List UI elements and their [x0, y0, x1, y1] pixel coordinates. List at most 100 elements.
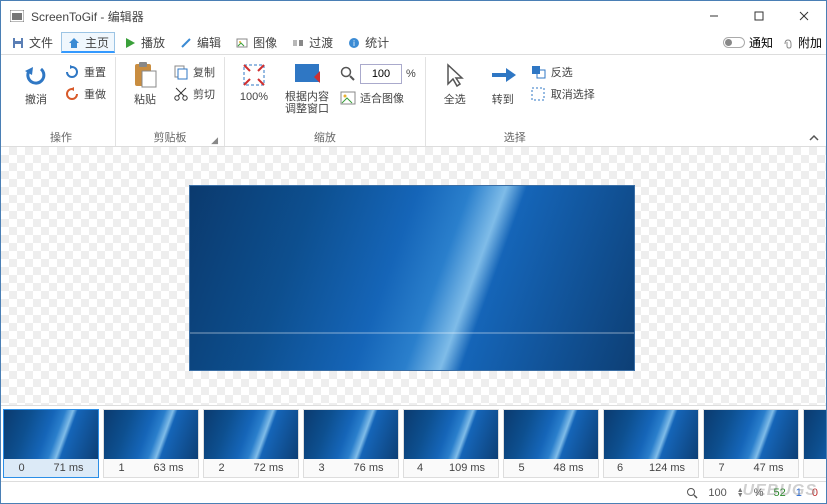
paste-button[interactable]: 粘贴 [122, 57, 168, 107]
zoom-input[interactable] [360, 64, 402, 84]
inverse-label: 反选 [551, 64, 573, 80]
tab-file[interactable]: 文件 [5, 32, 59, 53]
goto-button[interactable]: 转到 [480, 57, 526, 107]
undo-icon [20, 61, 52, 89]
tab-label: 图像 [253, 34, 277, 51]
thumb-image [304, 410, 398, 459]
cut-button[interactable]: 剪切 [170, 85, 218, 103]
fit-window-icon [291, 61, 323, 89]
fit-content-label: 根据内容 调整窗口 [285, 91, 329, 115]
attach-button[interactable]: 附加 [781, 34, 822, 51]
svg-text:i: i [353, 39, 355, 48]
play-icon [123, 36, 137, 50]
info-icon: i [347, 36, 361, 50]
frame-delay: 63 ms [154, 462, 184, 474]
inverse-icon [531, 64, 547, 80]
frame-meta: 071 ms [4, 459, 98, 477]
title-bar: ScreenToGif - 编辑器 [1, 1, 826, 31]
status-selected-count: 1 [796, 487, 802, 499]
tab-label: 过渡 [309, 34, 333, 51]
frame-thumbnail[interactable]: 4109 ms [403, 409, 499, 478]
tab-stats[interactable]: i 统计 [341, 32, 395, 53]
frame-meta: 4109 ms [404, 459, 498, 477]
zoom-value-row: % [337, 63, 419, 85]
frame-meta: 747 ms [704, 459, 798, 477]
frame-thumbnail[interactable]: 5 48 ms [503, 409, 599, 478]
thumb-image [204, 410, 298, 459]
frame-meta: 272 ms [204, 459, 298, 477]
dialog-launcher-icon[interactable]: ◢ [211, 135, 218, 146]
percent-label: % [406, 68, 416, 80]
group-label: 剪贴板 [154, 132, 187, 144]
copy-icon [173, 64, 189, 80]
reset-label: 重置 [84, 64, 106, 80]
redo-button[interactable]: 重做 [61, 85, 109, 103]
frame-index: 7 [718, 462, 724, 474]
select-all-button[interactable]: 全选 [432, 57, 478, 107]
deselect-label: 取消选择 [551, 86, 595, 102]
frame-index: 6 [617, 462, 623, 474]
undo-label: 撤消 [25, 91, 47, 107]
frame-thumbnail[interactable]: 8 [803, 409, 826, 478]
close-button[interactable] [781, 1, 826, 31]
thumb-image [104, 410, 198, 459]
cursor-icon [439, 61, 471, 89]
preview-frame [189, 185, 635, 371]
tab-transition[interactable]: 过渡 [285, 32, 339, 53]
reset-icon [64, 64, 80, 80]
paste-label: 粘贴 [134, 91, 156, 107]
copy-button[interactable]: 复制 [170, 63, 218, 81]
frame-meta: 6 124 ms [604, 459, 698, 477]
frame-thumbnail[interactable]: 163 ms [103, 409, 199, 478]
deselect-button[interactable]: 取消选择 [528, 85, 598, 103]
app-icon [9, 8, 25, 24]
ribbon-group-zoom: 100% 根据内容 调整窗口 % 适合图像 [224, 57, 425, 146]
goto-label: 转到 [492, 91, 514, 107]
tab-label: 主页 [85, 34, 109, 51]
frame-thumbnail[interactable]: 6 124 ms [603, 409, 699, 478]
thumb-image [504, 410, 598, 459]
tab-bar: 文件 主页 播放 编辑 图像 过渡 i 统计 通知 [1, 31, 826, 55]
group-label: 缩放 [231, 129, 419, 146]
frame-delay: 48 ms [554, 462, 584, 474]
expand-icon [238, 61, 270, 89]
frame-thumbnail[interactable]: 071 ms [3, 409, 99, 478]
tab-play[interactable]: 播放 [117, 32, 171, 53]
ribbon-group-select: 全选 转到 反选 取消选择 选择 [425, 57, 604, 146]
frame-thumbnail[interactable]: 272 ms [203, 409, 299, 478]
undo-button[interactable]: 撤消 [13, 57, 59, 107]
toggle-icon [723, 37, 745, 48]
zoom-100-button[interactable]: 100% [231, 57, 277, 103]
status-frame-count: 52 [774, 487, 786, 499]
tab-edit[interactable]: 编辑 [173, 32, 227, 53]
frame-index: 5 [518, 462, 524, 474]
arrow-right-icon [487, 61, 519, 89]
frame-thumbnail[interactable]: 747 ms [703, 409, 799, 478]
fit-image-button[interactable]: 适合图像 [337, 89, 419, 107]
magnifier-icon [340, 66, 356, 82]
tab-label: 统计 [365, 34, 389, 51]
tab-image[interactable]: 图像 [229, 32, 283, 53]
status-bar: 100 ▲▼ % 52 1 0 [1, 481, 826, 503]
zoom-spinner[interactable]: ▲▼ [737, 488, 744, 498]
frame-index: 0 [18, 462, 24, 474]
canvas-area[interactable] [1, 147, 826, 405]
collapse-ribbon-button[interactable] [808, 132, 820, 144]
tab-home[interactable]: 主页 [61, 32, 115, 53]
frame-delay: 124 ms [649, 462, 685, 474]
scissors-icon [173, 86, 189, 102]
notify-toggle[interactable]: 通知 [723, 34, 773, 51]
clipboard-icon [129, 61, 161, 89]
frame-thumbnail[interactable]: 376 ms [303, 409, 399, 478]
window-title: ScreenToGif - 编辑器 [31, 8, 691, 25]
frame-index: 4 [417, 462, 423, 474]
zoom-100-label: 100% [240, 91, 268, 103]
maximize-button[interactable] [736, 1, 781, 31]
reset-button[interactable]: 重置 [61, 63, 109, 81]
inverse-button[interactable]: 反选 [528, 63, 598, 81]
fit-content-button[interactable]: 根据内容 调整窗口 [279, 57, 335, 115]
frame-meta: 5 48 ms [504, 459, 598, 477]
film-strip[interactable]: 071 ms 163 ms 272 ms 376 ms 4109 ms 5 48 ms 6 12… [1, 405, 826, 481]
minimize-button[interactable] [691, 1, 736, 31]
frame-delay: 72 ms [254, 462, 284, 474]
